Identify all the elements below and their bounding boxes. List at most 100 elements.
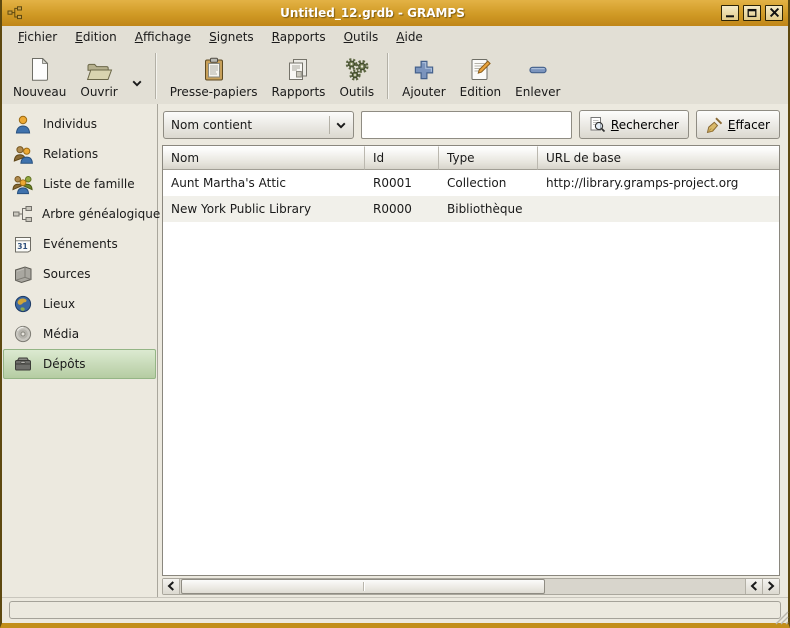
toolbar-button-ouvrir[interactable]: Ouvrir	[73, 50, 124, 102]
table-header: NomIdTypeURL de base	[163, 146, 779, 170]
chevron-down-icon	[132, 76, 142, 90]
sidebar-item-liste-de-famille[interactable]: Liste de famille	[3, 169, 156, 199]
sidebar-item-sources[interactable]: Sources	[3, 259, 156, 289]
clear-button[interactable]: Effacer	[696, 110, 780, 139]
menu-affichage[interactable]: Affichage	[126, 28, 200, 46]
column-header-nom[interactable]: Nom	[163, 146, 365, 170]
menu-signets[interactable]: Signets	[200, 28, 263, 46]
gramps-window: Untitled_12.grdb - GRAMPS FichierEdition…	[0, 0, 790, 628]
toolbar-button-label: Nouveau	[13, 85, 66, 99]
sidebar-item-arbre-genealogique[interactable]: Arbre généalogique	[3, 199, 156, 229]
minimize-icon	[725, 6, 735, 21]
toolbar-button-rapports[interactable]: Rapports	[265, 50, 333, 102]
family-list-icon	[12, 174, 34, 195]
broom-icon	[706, 117, 723, 133]
scroll-left-button-secondary[interactable]	[745, 579, 762, 594]
table-body: Aunt Martha's AtticR0001Collectionhttp:/…	[163, 170, 779, 575]
sidebar-item-label: Liste de famille	[43, 177, 135, 191]
minus-icon	[526, 55, 550, 82]
column-header-url-de-base[interactable]: URL de base	[538, 146, 779, 170]
svg-text:31: 31	[17, 242, 27, 251]
open-folder-icon	[86, 55, 113, 82]
window-title: Untitled_12.grdb - GRAMPS	[28, 6, 717, 20]
toolbar-separator	[155, 53, 157, 99]
table-row[interactable]: New York Public LibraryR0000Bibliothèque	[163, 196, 779, 222]
sources-icon	[12, 264, 34, 284]
search-document-icon	[589, 116, 606, 133]
clear-button-label: Effacer	[728, 118, 770, 132]
sidebar-item-label: Sources	[43, 267, 90, 281]
repository-icon	[12, 354, 34, 374]
search-button-label: Rechercher	[611, 118, 679, 132]
menu-outils[interactable]: Outils	[335, 28, 388, 46]
close-button[interactable]	[765, 5, 783, 21]
table-cell: R0001	[365, 176, 439, 190]
sidebar-item-label: Arbre généalogique	[42, 207, 160, 221]
toolbar: Nouveau Ouvrir Presse-papiers Rapports Outil…	[2, 47, 788, 104]
status-bar	[2, 597, 788, 623]
search-button[interactable]: Rechercher	[579, 110, 689, 139]
horizontal-scrollbar[interactable]	[162, 578, 780, 595]
table-cell: New York Public Library	[163, 202, 365, 216]
toolbar-separator	[387, 53, 389, 99]
sidebar: Individus Relations Liste de famille Arbre …	[2, 104, 158, 597]
sidebar-item-label: Relations	[43, 147, 98, 161]
table-cell: Bibliothèque	[439, 202, 538, 216]
toolbar-button-edition[interactable]: Edition	[453, 50, 509, 102]
repository-table: NomIdTypeURL de base Aunt Martha's Attic…	[162, 145, 780, 576]
scroll-left-icon	[750, 580, 758, 594]
menu-rapports[interactable]: Rapports	[263, 28, 335, 46]
gears-icon	[343, 55, 370, 82]
filter-field-value: Nom contient	[171, 118, 329, 132]
sidebar-item-relations[interactable]: Relations	[3, 139, 156, 169]
chevron-down-icon	[336, 118, 346, 132]
search-input[interactable]	[361, 111, 572, 139]
toolbar-button-ajouter[interactable]: Ajouter	[395, 50, 453, 102]
clipboard-icon	[202, 55, 226, 82]
menu-aide[interactable]: Aide	[387, 28, 432, 46]
open-dropdown-button[interactable]	[125, 62, 149, 90]
toolbar-button-enlever[interactable]: Enlever	[508, 50, 567, 102]
places-icon	[12, 294, 34, 314]
filter-field-select[interactable]: Nom contient	[163, 111, 354, 139]
gramps-tree-icon	[7, 5, 24, 22]
sidebar-item-media[interactable]: Média	[3, 319, 156, 349]
menu-edition[interactable]: Edition	[66, 28, 126, 46]
toolbar-button-label: Outils	[339, 85, 374, 99]
plus-icon	[412, 55, 436, 82]
filter-bar: Nom contient Rechercher Effacer	[162, 106, 780, 145]
table-cell: http://library.gramps-project.org	[538, 176, 779, 190]
person-icon	[12, 114, 34, 135]
sidebar-item-depots[interactable]: Dépôts	[3, 349, 156, 379]
scrollbar-track[interactable]	[180, 579, 745, 594]
sidebar-item-lieux[interactable]: Lieux	[3, 289, 156, 319]
column-header-id[interactable]: Id	[365, 146, 439, 170]
toolbar-button-nouveau[interactable]: Nouveau	[6, 50, 73, 102]
resize-grip-icon[interactable]	[773, 609, 789, 628]
table-cell: Aunt Martha's Attic	[163, 176, 365, 190]
toolbar-button-presse-papiers[interactable]: Presse-papiers	[163, 50, 265, 102]
scroll-left-icon	[167, 580, 175, 594]
minimize-button[interactable]	[721, 5, 739, 21]
scroll-left-button[interactable]	[163, 579, 180, 594]
sidebar-item-individus[interactable]: Individus	[3, 109, 156, 139]
sidebar-item-evenements[interactable]: 31Evénements	[3, 229, 156, 259]
toolbar-button-outils[interactable]: Outils	[332, 50, 381, 102]
maximize-icon	[747, 6, 757, 21]
table-cell: R0000	[365, 202, 439, 216]
scroll-right-button[interactable]	[762, 579, 779, 594]
table-row[interactable]: Aunt Martha's AtticR0001Collectionhttp:/…	[163, 170, 779, 196]
maximize-button[interactable]	[743, 5, 761, 21]
menu-fichier[interactable]: Fichier	[9, 28, 66, 46]
pedigree-icon	[12, 204, 33, 224]
titlebar[interactable]: Untitled_12.grdb - GRAMPS	[2, 0, 788, 26]
scrollbar-thumb[interactable]	[181, 579, 545, 594]
column-header-type[interactable]: Type	[439, 146, 538, 170]
combo-divider	[329, 116, 330, 134]
toolbar-button-label: Rapports	[272, 85, 326, 99]
reports-icon	[286, 55, 310, 82]
table-cell: Collection	[439, 176, 538, 190]
close-icon	[769, 6, 780, 21]
content-area: Nom contient Rechercher Effacer NomIdTyp…	[158, 104, 788, 597]
sidebar-item-label: Dépôts	[43, 357, 86, 371]
